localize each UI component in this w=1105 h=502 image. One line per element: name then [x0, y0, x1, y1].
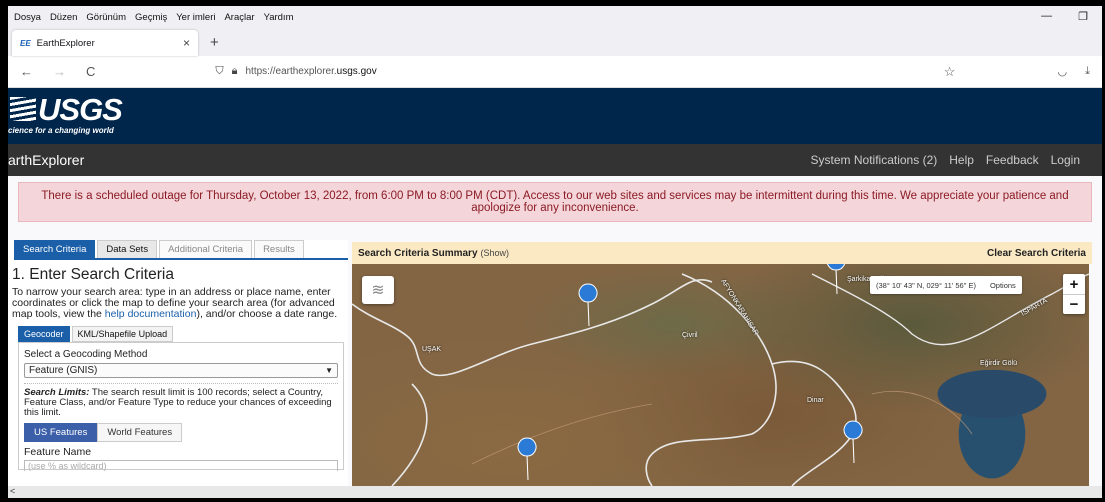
map-overlay — [352, 264, 1089, 486]
outage-alert: There is a scheduled outage for Thursday… — [18, 182, 1092, 222]
search-criteria-summary: Search Criteria Summary (Show) Clear Sea… — [352, 242, 1092, 264]
tab-close-icon[interactable]: × — [183, 36, 190, 50]
url-prefix: https://earthexplorer. — [245, 66, 337, 77]
help-documentation-link[interactable]: help documentation — [105, 308, 197, 320]
horizontal-scrollbar[interactable]: < — [8, 486, 1102, 498]
earthexplorer-title[interactable]: arthExplorer — [8, 152, 84, 168]
chevron-down-icon: ▼ — [325, 366, 333, 376]
usgs-tagline: cience for a changing world — [8, 126, 114, 135]
menu-item-gecmis[interactable]: Geçmiş — [135, 12, 167, 23]
earthexplorer-bar: arthExplorer System Notifications (2) He… — [8, 144, 1102, 176]
lock-icon[interactable]: 🔒︎ — [232, 65, 238, 78]
search-limits-text: Search Limits: The search result limit i… — [24, 383, 338, 418]
zoom-out-button[interactable]: − — [1063, 294, 1085, 314]
search-panel: Search Criteria Data Sets Additional Cri… — [8, 240, 348, 498]
feature-name-input[interactable]: (use % as wildcard) — [24, 459, 338, 471]
forward-icon[interactable]: → — [53, 64, 66, 79]
geocoder-box: Select a Geocoding Method Feature (GNIS)… — [18, 342, 344, 471]
url-domain: usgs.gov — [336, 66, 377, 77]
coordinates-text: (38° 10' 43" N, 029° 11' 56" E) — [876, 280, 976, 290]
panel-heading: 1. Enter Search Criteria — [12, 266, 174, 283]
scroll-left-icon[interactable]: < — [10, 486, 15, 496]
options-button[interactable]: Options — [990, 281, 1016, 290]
restore-button[interactable]: ❐ — [1078, 10, 1088, 23]
toolbar-right: ◡ ⤓ — [1058, 65, 1090, 78]
usgs-waves-icon — [10, 97, 36, 121]
map-label-egirdir: Eğirdir Gölü — [980, 360, 1017, 367]
layers-icon[interactable]: ≋ — [362, 276, 394, 304]
menu-item-araclar[interactable]: Araçlar — [224, 12, 254, 23]
menu-bar: Dosya Düzen Görünüm Geçmiş Yer imleri Ar… — [8, 6, 1102, 28]
summary-show-link[interactable]: (Show) — [481, 248, 510, 258]
clear-search-criteria-button[interactable]: Clear Search Criteria — [987, 248, 1086, 259]
login-link[interactable]: Login — [1051, 153, 1080, 167]
usgs-logo[interactable]: USGS — [10, 92, 123, 128]
map-label-dinar: Dinar — [807, 397, 824, 404]
browser-window: Dosya Düzen Görünüm Geçmiş Yer imleri Ar… — [8, 6, 1102, 498]
window-controls: — ❐ — [1041, 10, 1088, 23]
panel-description: To narrow your search area: type in an a… — [12, 286, 338, 321]
map-label-civril: Çivril — [682, 332, 698, 339]
map-label-usak: UŞAK — [422, 346, 442, 353]
url-bar[interactable]: ⛉ 🔒︎ https://earthexplorer. usgs.gov ☆ — [215, 60, 955, 84]
new-tab-button[interactable]: + — [210, 34, 219, 51]
map-pin — [578, 283, 598, 327]
minimize-button[interactable]: — — [1041, 10, 1052, 23]
browser-tab[interactable]: EE EarthExplorer × — [12, 30, 198, 56]
tab-results[interactable]: Results — [254, 240, 304, 258]
menu-item-yer-imleri[interactable]: Yer imleri — [176, 12, 215, 23]
menu-item-dosya[interactable]: Dosya — [14, 12, 41, 23]
map-view[interactable]: AFYONKARAHISAR UŞAK Çivril Dinar Eğirdir… — [352, 264, 1089, 486]
tab-data-sets[interactable]: Data Sets — [97, 240, 158, 258]
reload-icon[interactable]: C — [86, 64, 95, 79]
usgs-header: USGS cience for a changing world — [8, 88, 1102, 144]
pocket-icon[interactable]: ◡ — [1058, 65, 1068, 78]
world-features-button[interactable]: World Features — [97, 422, 183, 442]
menu-item-gorunum[interactable]: Görünüm — [86, 12, 126, 23]
tab-strip: EE EarthExplorer × + — [8, 28, 1102, 56]
favicon-icon: EE — [20, 38, 31, 48]
nav-bar: ← → C ⛉ 🔒︎ https://earthexplorer. usgs.go… — [8, 56, 1102, 88]
zoom-in-button[interactable]: + — [1063, 274, 1085, 294]
tab-kml-shapefile-upload[interactable]: KML/Shapefile Upload — [71, 326, 174, 343]
tab-search-criteria[interactable]: Search Criteria — [14, 240, 96, 258]
geocoding-method-select[interactable]: Feature (GNIS) ▼ — [24, 363, 338, 379]
coordinates-readout: (38° 10' 43" N, 029° 11' 56" E) Options — [870, 276, 1022, 294]
tab-geocoder[interactable]: Geocoder — [18, 326, 70, 343]
menu-item-yardim[interactable]: Yardım — [264, 12, 294, 23]
bookmark-star-icon[interactable]: ☆ — [944, 64, 956, 80]
download-icon[interactable]: ⤓ — [1085, 65, 1090, 78]
feedback-link[interactable]: Feedback — [986, 153, 1039, 167]
help-link[interactable]: Help — [949, 153, 974, 167]
feature-name-label: Feature Name — [24, 445, 92, 458]
menu-item-duzen[interactable]: Düzen — [50, 12, 77, 23]
tab-additional-criteria[interactable]: Additional Criteria — [159, 240, 253, 258]
map-pin — [517, 437, 537, 481]
us-features-button[interactable]: US Features — [24, 422, 98, 442]
geocoding-method-label: Select a Geocoding Method — [24, 349, 148, 361]
zoom-control: + − — [1063, 274, 1085, 314]
system-notifications-link[interactable]: System Notifications (2) — [811, 153, 938, 167]
tab-title: EarthExplorer — [36, 37, 95, 49]
summary-title: Search Criteria Summary — [358, 247, 478, 259]
shield-icon[interactable]: ⛉ — [215, 65, 223, 78]
back-icon[interactable]: ← — [20, 64, 33, 79]
